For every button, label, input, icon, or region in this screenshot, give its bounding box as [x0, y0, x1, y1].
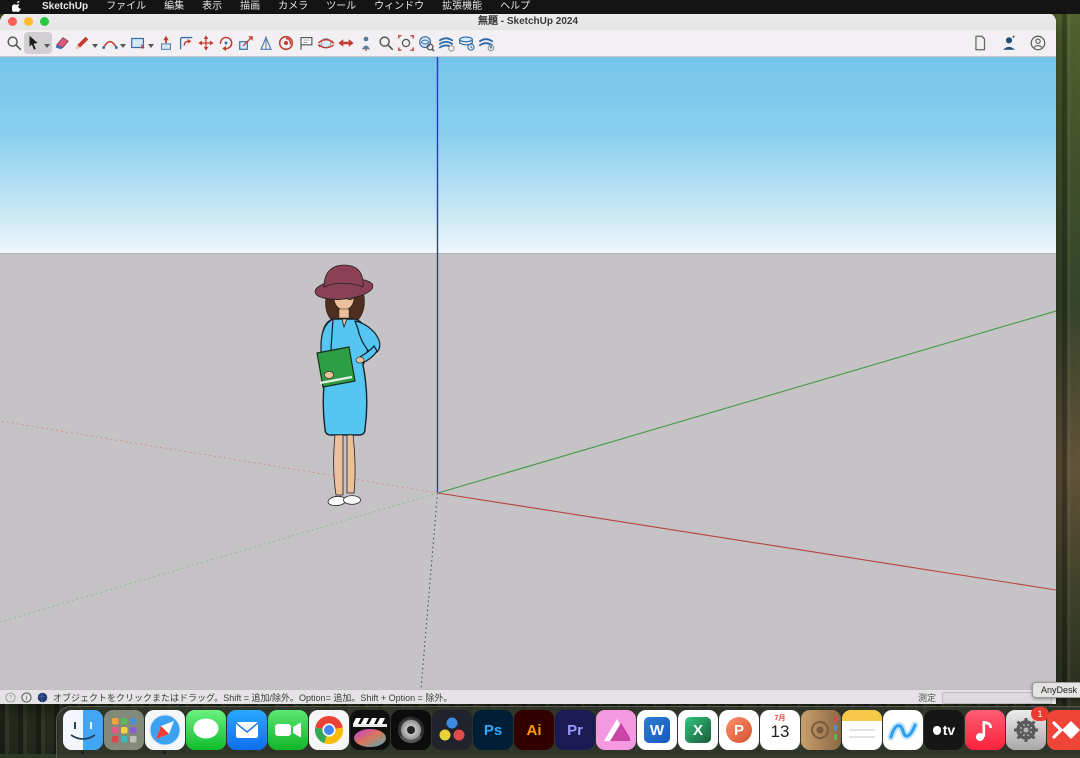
dock-item-music[interactable] [965, 710, 1005, 750]
dock-item-facetime[interactable] [268, 710, 308, 750]
new-document-icon[interactable] [970, 32, 990, 54]
geolocation-globe-icon[interactable] [37, 692, 48, 703]
status-bar: ? i オブジェクトをクリックまたはドラッグ。Shift = 追加/除外。Opt… [0, 689, 1056, 704]
dock-item-mail[interactable] [227, 710, 267, 750]
tv-letters: tv [943, 722, 955, 738]
move-tool-icon[interactable] [196, 32, 216, 54]
dock-item-contacts[interactable] [801, 710, 841, 750]
orbit-tool-icon[interactable] [316, 32, 336, 54]
window-title: 無題 - SketchUp 2024 [0, 13, 1056, 30]
excel-letter: X [685, 717, 711, 743]
menu-bar: SketchUp ファイル 編集 表示 描画 カメラ ツール ウィンドウ 拡張機… [0, 0, 1080, 14]
menu-item-sketchup[interactable]: SketchUp [33, 0, 97, 14]
viewport-canvas[interactable] [0, 57, 1056, 689]
arc-tool-icon[interactable] [100, 32, 128, 54]
svg-text:?: ? [9, 695, 13, 702]
premiere-letter: Pr [555, 710, 595, 750]
push-pull-tool-icon[interactable] [156, 32, 176, 54]
menu-item-draw[interactable]: 描画 [231, 0, 269, 14]
powerpoint-letter: P [726, 717, 752, 743]
info-circle-icon[interactable]: i [21, 692, 32, 703]
shapes-tool-icon[interactable] [128, 32, 156, 54]
position-camera-tool-icon[interactable] [356, 32, 376, 54]
dock-item-final-cut-pro[interactable] [350, 710, 390, 750]
search-3d-warehouse-icon[interactable] [416, 32, 436, 54]
dock-item-chrome[interactable] [309, 710, 349, 750]
close-button[interactable] [8, 17, 17, 26]
text-label-tool-icon[interactable] [296, 32, 316, 54]
dock-tooltip: AnyDesk [1032, 682, 1080, 698]
sign-in-person-icon[interactable] [999, 32, 1019, 54]
eraser-tool-icon[interactable] [52, 32, 72, 54]
line-tool-icon[interactable] [72, 32, 100, 54]
sky [0, 57, 1056, 253]
woman-figure-model[interactable] [293, 257, 403, 513]
measurements-label: 測定 [918, 691, 936, 704]
dock-item-freeform[interactable] [883, 710, 923, 750]
photoshop-letter: Ps [473, 710, 513, 750]
rotate-tool-icon[interactable] [216, 32, 236, 54]
minimize-button[interactable] [24, 17, 33, 26]
ground-plane [0, 253, 1056, 689]
menu-item-file[interactable]: ファイル [97, 0, 155, 14]
zoom-button[interactable] [40, 17, 49, 26]
dock-item-safari[interactable] [145, 710, 185, 750]
status-hint-text: オブジェクトをクリックまたはドラッグ。Shift = 追加/除外。Option=… [53, 691, 452, 704]
dock: Ps Ai Pr W X P 7月13 tv 1 [56, 706, 1080, 758]
help-circle-icon[interactable]: ? [5, 692, 16, 703]
apple-logo-glyph [933, 726, 941, 735]
line-tool-dropdown[interactable] [92, 44, 98, 48]
title-bar: 無題 - SketchUp 2024 [0, 13, 1056, 30]
pan-tool-icon[interactable] [336, 32, 356, 54]
tape-measure-tool-icon[interactable] [256, 32, 276, 54]
illustrator-letter: Ai [514, 710, 554, 750]
dock-item-notes[interactable] [842, 710, 882, 750]
dock-item-messages[interactable] [186, 710, 226, 750]
dock-item-system-settings[interactable]: 1 [1006, 710, 1046, 750]
trimble-connect-history-icon[interactable] [456, 32, 476, 54]
scale-tool-icon[interactable] [236, 32, 256, 54]
dock-item-photoshop[interactable]: Ps [473, 710, 513, 750]
dock-item-finder[interactable] [63, 710, 103, 750]
dock-item-calendar[interactable]: 7月13 [760, 710, 800, 750]
paint-bucket-tool-icon[interactable] [276, 32, 296, 54]
toolbar [0, 30, 1056, 57]
select-tool-dropdown[interactable] [44, 44, 50, 48]
menu-item-extensions[interactable]: 拡張機能 [433, 0, 491, 14]
dock-item-illustrator[interactable]: Ai [514, 710, 554, 750]
dock-item-anydesk[interactable] [1047, 710, 1080, 750]
zoom-extents-tool-icon[interactable] [396, 32, 416, 54]
sketchup-window: 無題 - SketchUp 2024 [0, 13, 1056, 704]
menu-item-window[interactable]: ウィンドウ [365, 0, 433, 14]
dock-item-launchpad[interactable] [104, 710, 144, 750]
search-icon[interactable] [4, 32, 24, 54]
dock-item-powerpoint[interactable]: P [719, 710, 759, 750]
menu-item-view[interactable]: 表示 [193, 0, 231, 14]
dock-item-excel[interactable]: X [678, 710, 718, 750]
svg-text:i: i [26, 695, 28, 702]
dock-item-affinity[interactable] [596, 710, 636, 750]
select-tool-icon[interactable] [24, 32, 52, 54]
dock-item-premiere-pro[interactable]: Pr [555, 710, 595, 750]
word-letter: W [644, 717, 670, 743]
account-circle-icon[interactable] [1028, 32, 1048, 54]
menu-item-edit[interactable]: 編集 [155, 0, 193, 14]
menu-item-help[interactable]: ヘルプ [491, 0, 539, 14]
zoom-tool-icon[interactable] [376, 32, 396, 54]
menu-item-camera[interactable]: カメラ [269, 0, 317, 14]
apple-menu-icon[interactable] [12, 1, 23, 13]
dock-item-davinci-resolve[interactable] [432, 710, 472, 750]
dock-item-word[interactable]: W [637, 710, 677, 750]
menu-item-tools[interactable]: ツール [317, 0, 365, 14]
calendar-day: 13 [760, 723, 800, 741]
shapes-tool-dropdown[interactable] [148, 44, 154, 48]
offset-tool-icon[interactable] [176, 32, 196, 54]
arc-tool-dropdown[interactable] [120, 44, 126, 48]
dock-item-compressor[interactable] [391, 710, 431, 750]
dock-item-apple-tv[interactable]: tv [924, 710, 964, 750]
trimble-connect-publish-icon[interactable] [476, 32, 496, 54]
trimble-connect-sync-icon[interactable] [436, 32, 456, 54]
